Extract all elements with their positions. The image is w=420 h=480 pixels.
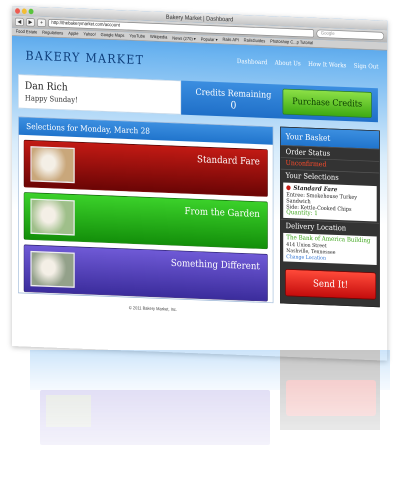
- zoom-window-icon[interactable]: [28, 8, 34, 15]
- search-field[interactable]: Google: [316, 29, 385, 41]
- purchase-credits-button[interactable]: Purchase Credits: [282, 88, 372, 118]
- meal-title: Something Different: [170, 257, 260, 273]
- bookmark-item[interactable]: RailsGuides: [244, 38, 266, 44]
- meal-option-something-different[interactable]: Something Different: [23, 244, 268, 302]
- window-title: Bakery Market | Dashboard: [165, 13, 234, 23]
- back-button[interactable]: ◀: [15, 17, 24, 27]
- reflection-photo: [46, 395, 91, 427]
- credits-panel: Credits Remaining 0 Purchase Credits: [181, 80, 378, 123]
- basket-item: Standard Fare Entree: Smokehouse Turkey …: [283, 182, 377, 222]
- credits-info: Credits Remaining 0: [187, 87, 279, 113]
- meal-title: From the Garden: [184, 205, 260, 220]
- bookmark-item[interactable]: Yahoo!: [83, 32, 95, 37]
- basket-panel: Your Basket Order Status Unconfirmed You…: [280, 126, 380, 308]
- send-it-button[interactable]: Send It!: [285, 268, 377, 300]
- meal-photo: [30, 250, 75, 288]
- selections-panel: Selections for Monday, March 28 Standard…: [18, 116, 274, 304]
- bookmark-item[interactable]: Food Estate: [16, 29, 38, 35]
- nav-about-us[interactable]: About Us: [275, 60, 301, 68]
- copyright-footer: © 2011 Bakery Market, Inc.: [128, 305, 178, 313]
- bookmark-item[interactable]: News (270) ▾: [172, 35, 196, 42]
- bookmark-item[interactable]: Photoshop C...p Tutorial: [270, 39, 313, 45]
- bookmark-item[interactable]: Wikipedia: [150, 35, 167, 40]
- reflection-button: [286, 380, 376, 416]
- bookmark-item[interactable]: Rails API: [223, 37, 239, 42]
- meal-photo: [30, 146, 75, 184]
- meal-option-standard-fare[interactable]: Standard Fare: [23, 139, 268, 197]
- bookmark-item[interactable]: Popular ▾: [201, 36, 218, 42]
- top-navigation: Dashboard About Us How It Works Sign Out: [237, 58, 379, 70]
- minimize-window-icon[interactable]: [21, 8, 27, 15]
- add-bookmark-button[interactable]: +: [37, 18, 46, 28]
- bookmark-item[interactable]: Apple: [68, 31, 78, 36]
- apple-icon: [286, 185, 291, 191]
- bookmark-item[interactable]: Regulations: [42, 30, 63, 36]
- user-card: Dan Rich Happy Sunday!: [18, 74, 182, 115]
- meal-title: Standard Fare: [197, 153, 260, 168]
- bookmark-item[interactable]: YouTube: [129, 34, 145, 39]
- nav-dashboard[interactable]: Dashboard: [237, 58, 268, 66]
- close-window-icon[interactable]: [15, 8, 20, 14]
- meal-option-from-the-garden[interactable]: From the Garden: [23, 192, 268, 250]
- site-logo[interactable]: BAKERY MARKET: [26, 49, 145, 68]
- page-reflection: [30, 350, 420, 480]
- nav-sign-out[interactable]: Sign Out: [354, 63, 379, 71]
- forward-button[interactable]: ▶: [26, 18, 35, 27]
- delivery-location: The Bank of America Building 414 Union S…: [283, 232, 377, 266]
- browser-window: Bakery Market | Dashboard ◀ ▶ + http://t…: [12, 6, 388, 361]
- meal-photo: [30, 198, 75, 236]
- window-controls: [15, 8, 34, 15]
- bookmark-item[interactable]: Google Maps: [101, 33, 125, 39]
- screenshot-scene: Bakery Market | Dashboard ◀ ▶ + http://t…: [0, 0, 420, 480]
- nav-how-it-works[interactable]: How It Works: [308, 61, 346, 69]
